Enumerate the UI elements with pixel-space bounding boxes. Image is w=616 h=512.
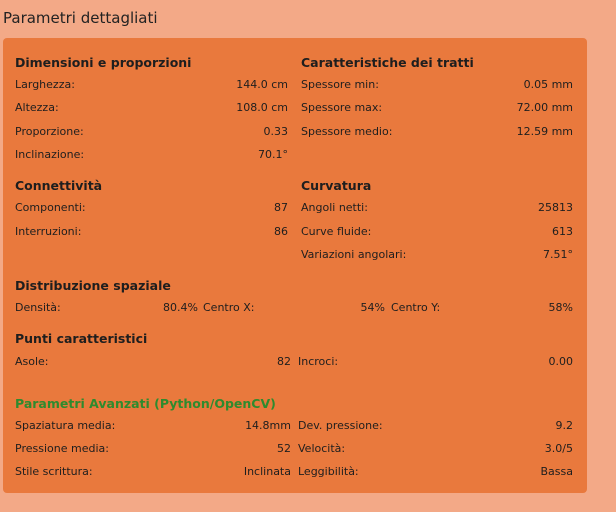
readability-label: Leggibilità: (298, 465, 359, 478)
proportion-label: Proporzione: (15, 125, 84, 138)
width-value: 144.0 cm (236, 78, 288, 91)
height-value: 108.0 cm (236, 101, 288, 114)
width-label: Larghezza: (15, 78, 75, 91)
sharp-angles-label: Angoli netti: (301, 201, 368, 214)
height-label: Altezza: (15, 101, 59, 114)
thickness-max-label: Spessore max: (301, 101, 383, 114)
center-x-value: 54% (360, 301, 385, 314)
speed-label: Velocità: (298, 442, 346, 455)
avg-spacing-value: 14.8mm (245, 419, 291, 432)
avg-pressure-label: Pressione media: (15, 442, 109, 455)
section-heading-curvature: Curvatura (301, 178, 372, 193)
thickness-max-value: 72.00 mm (516, 101, 573, 114)
loops-value: 82 (277, 355, 291, 368)
crossings-label: Incroci: (298, 355, 339, 368)
section-heading-connectivity: Connettività (15, 178, 103, 193)
density-value: 80.4% (163, 301, 198, 314)
density-label: Densità: (15, 301, 61, 314)
section-heading-points: Punti caratteristici (15, 331, 148, 346)
speed-value: 3.0/5 (544, 442, 573, 455)
section-heading-strokes: Caratteristiche dei tratti (301, 55, 474, 70)
readability-value: Bassa (540, 465, 574, 478)
writing-style-value: Inclinata (243, 465, 291, 478)
thickness-avg-label: Spessore medio: (301, 125, 393, 138)
inclination-value: 70.1° (258, 148, 288, 161)
angular-variations-value: 7.51° (543, 248, 573, 261)
page-title: Parametri dettagliati (3, 9, 158, 27)
loops-label: Asole: (15, 355, 49, 368)
pressure-dev-label: Dev. pressione: (298, 419, 383, 432)
center-x-label: Centro X: (203, 301, 255, 314)
inclination-label: Inclinazione: (15, 148, 85, 161)
proportion-value: 0.33 (263, 125, 289, 138)
thickness-min-value: 0.05 mm (523, 78, 573, 91)
pressure-dev-value: 9.2 (555, 419, 574, 432)
section-heading-spatial: Distribuzione spaziale (15, 278, 171, 293)
smooth-curves-value: 613 (552, 225, 573, 238)
thickness-avg-value: 12.59 mm (516, 125, 573, 138)
avg-spacing-label: Spaziatura media: (15, 419, 116, 432)
sharp-angles-value: 25813 (538, 201, 573, 214)
center-y-value: 58% (548, 301, 573, 314)
smooth-curves-label: Curve fluide: (301, 225, 372, 238)
section-heading-dimensions: Dimensioni e proporzioni (15, 55, 192, 70)
components-value: 87 (274, 201, 288, 214)
avg-pressure-value: 52 (277, 442, 291, 455)
angular-variations-label: Variazioni angolari: (301, 248, 407, 261)
components-label: Componenti: (15, 201, 86, 214)
thickness-min-label: Spessore min: (301, 78, 379, 91)
interruptions-label: Interruzioni: (15, 225, 82, 238)
section-heading-advanced: Parametri Avanzati (Python/OpenCV) (15, 396, 276, 411)
interruptions-value: 86 (274, 225, 288, 238)
crossings-value: 0.00 (548, 355, 574, 368)
writing-style-label: Stile scrittura: (15, 465, 93, 478)
center-y-label: Centro Y: (391, 301, 441, 314)
